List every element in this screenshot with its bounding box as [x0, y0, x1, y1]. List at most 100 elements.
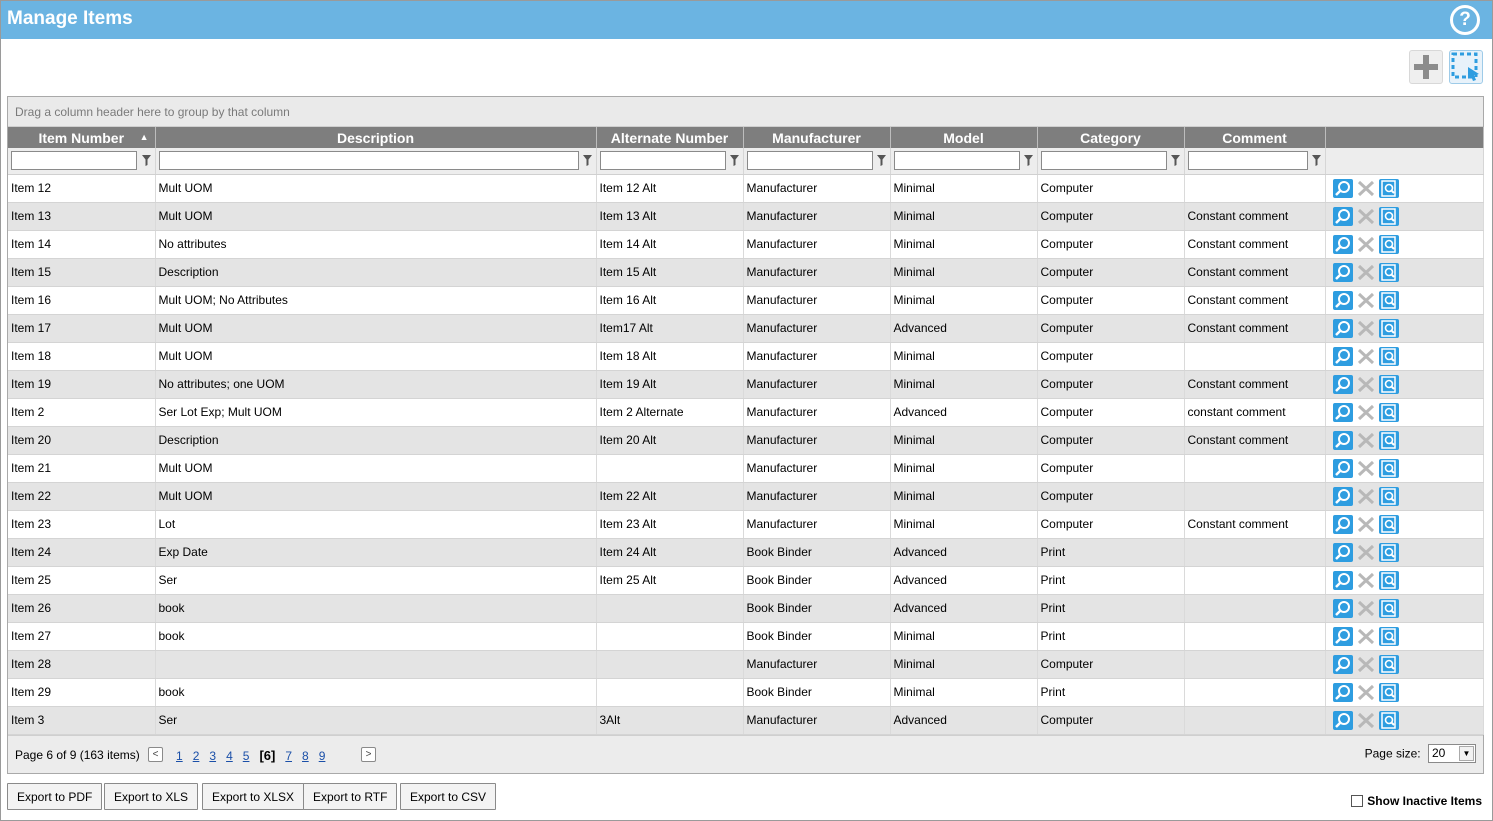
- delete-icon[interactable]: [1356, 347, 1376, 366]
- table-row[interactable]: Item 12 Mult UOM Item 12 Alt Manufacturer Mi…: [8, 174, 1484, 203]
- column-header-alternate-number[interactable]: Alternate Number: [596, 127, 744, 148]
- table-row[interactable]: Item 26 book Book Binder Advanced Print: [8, 594, 1484, 623]
- view-icon[interactable]: [1332, 178, 1353, 198]
- view-icon[interactable]: [1332, 318, 1353, 338]
- table-row[interactable]: Item 28 Manufacturer Minimal Computer: [8, 650, 1484, 679]
- delete-icon[interactable]: [1356, 543, 1376, 562]
- delete-icon[interactable]: [1356, 403, 1376, 422]
- view-icon[interactable]: [1332, 654, 1353, 674]
- details-icon[interactable]: [1378, 402, 1399, 422]
- details-icon[interactable]: [1378, 206, 1399, 226]
- details-icon[interactable]: [1378, 682, 1399, 702]
- filter-input-manufacturer[interactable]: [746, 151, 873, 171]
- view-icon[interactable]: [1332, 430, 1353, 450]
- view-icon[interactable]: [1332, 262, 1353, 282]
- table-row[interactable]: Item 17 Mult UOM Item17 Alt Manufacturer Adv…: [8, 314, 1484, 343]
- table-row[interactable]: Item 16 Mult UOM; No Attributes Item 16 Al…: [8, 286, 1484, 315]
- add-item-button[interactable]: [1409, 50, 1443, 84]
- delete-icon[interactable]: [1356, 263, 1376, 282]
- column-header-manufacturer[interactable]: Manufacturer: [743, 127, 891, 148]
- table-row[interactable]: Item 19 No attributes; one UOM Item 19 Alt…: [8, 370, 1484, 399]
- filter-input-item-number[interactable]: [11, 151, 137, 171]
- table-row[interactable]: Item 29 book Book Binder Minimal Print: [8, 678, 1484, 707]
- view-icon[interactable]: [1332, 290, 1353, 310]
- delete-icon[interactable]: [1356, 683, 1376, 702]
- filter-icon[interactable]: [141, 155, 151, 166]
- view-icon[interactable]: [1332, 514, 1353, 534]
- details-icon[interactable]: [1378, 626, 1399, 646]
- delete-icon[interactable]: [1356, 291, 1376, 310]
- view-icon[interactable]: [1332, 626, 1353, 646]
- delete-icon[interactable]: [1356, 375, 1376, 394]
- view-icon[interactable]: [1332, 402, 1353, 422]
- column-header-description[interactable]: Description: [155, 127, 597, 148]
- table-row[interactable]: Item 25 Ser Item 25 Alt Book Binder Advanced…: [8, 566, 1484, 595]
- delete-icon[interactable]: [1356, 515, 1376, 534]
- view-icon[interactable]: [1332, 598, 1353, 618]
- details-icon[interactable]: [1378, 710, 1399, 730]
- view-icon[interactable]: [1332, 682, 1353, 702]
- delete-icon[interactable]: [1356, 571, 1376, 590]
- filter-input-model[interactable]: [893, 151, 1020, 171]
- details-icon[interactable]: [1378, 234, 1399, 254]
- view-icon[interactable]: [1332, 542, 1353, 562]
- export-pdf-button[interactable]: Export to PDF: [7, 783, 103, 810]
- help-icon[interactable]: ?: [1450, 5, 1480, 35]
- view-icon[interactable]: [1332, 374, 1353, 394]
- pager-next-button[interactable]: >: [361, 747, 376, 762]
- filter-input-description[interactable]: [158, 151, 579, 171]
- show-inactive-checkbox[interactable]: [1351, 795, 1364, 807]
- table-row[interactable]: Item 3 Ser 3Alt Manufacturer Advanced Compute…: [8, 706, 1484, 735]
- column-header-comment[interactable]: Comment: [1184, 127, 1326, 148]
- view-icon[interactable]: [1332, 486, 1353, 506]
- pager-page-link[interactable]: 2: [193, 749, 200, 763]
- delete-icon[interactable]: [1356, 207, 1376, 226]
- view-icon[interactable]: [1332, 570, 1353, 590]
- view-icon[interactable]: [1332, 234, 1353, 254]
- pager-page-link[interactable]: 4: [226, 749, 233, 763]
- column-header-item-number[interactable]: Item Number ▲: [8, 127, 156, 148]
- details-icon[interactable]: [1378, 542, 1399, 562]
- page-size-select[interactable]: 20 ▼: [1428, 744, 1476, 763]
- view-icon[interactable]: [1332, 458, 1353, 478]
- pager-page-link[interactable]: 1: [176, 749, 183, 763]
- table-row[interactable]: Item 13 Mult UOM Item 13 Alt Manufacturer Mi…: [8, 202, 1484, 231]
- details-icon[interactable]: [1378, 486, 1399, 506]
- filter-icon[interactable]: [876, 155, 886, 166]
- delete-icon[interactable]: [1356, 179, 1376, 198]
- details-icon[interactable]: [1378, 290, 1399, 310]
- delete-icon[interactable]: [1356, 319, 1376, 338]
- column-header-category[interactable]: Category: [1037, 127, 1185, 148]
- details-icon[interactable]: [1378, 318, 1399, 338]
- filter-icon[interactable]: [1311, 155, 1321, 166]
- table-row[interactable]: Item 20 Description Item 20 Alt Manufacture…: [8, 426, 1484, 455]
- table-row[interactable]: Item 23 Lot Item 23 Alt Manufacturer Minimal…: [8, 510, 1484, 539]
- table-row[interactable]: Item 18 Mult UOM Item 18 Alt Manufacturer Mi…: [8, 342, 1484, 371]
- group-by-panel[interactable]: Drag a column header here to group by th…: [8, 97, 1483, 127]
- view-icon[interactable]: [1332, 710, 1353, 730]
- filter-input-comment[interactable]: [1187, 151, 1308, 171]
- view-icon[interactable]: [1332, 346, 1353, 366]
- details-icon[interactable]: [1378, 514, 1399, 534]
- details-icon[interactable]: [1378, 262, 1399, 282]
- show-inactive-toggle[interactable]: Show Inactive Items: [1351, 794, 1482, 808]
- filter-icon[interactable]: [582, 155, 592, 166]
- delete-icon[interactable]: [1356, 487, 1376, 506]
- details-icon[interactable]: [1378, 374, 1399, 394]
- table-row[interactable]: Item 21 Mult UOM Manufacturer Minimal Comput…: [8, 454, 1484, 483]
- export-csv-button[interactable]: Export to CSV: [400, 783, 497, 810]
- table-row[interactable]: Item 2 Ser Lot Exp; Mult UOM Item 2 Altern…: [8, 398, 1484, 427]
- delete-icon[interactable]: [1356, 711, 1376, 730]
- filter-input-category[interactable]: [1040, 151, 1167, 171]
- delete-icon[interactable]: [1356, 655, 1376, 674]
- pager-page-link[interactable]: 7: [285, 749, 292, 763]
- pager-page-link[interactable]: 3: [209, 749, 216, 763]
- table-row[interactable]: Item 27 book Book Binder Minimal Print: [8, 622, 1484, 651]
- details-icon[interactable]: [1378, 570, 1399, 590]
- filter-icon[interactable]: [1023, 155, 1033, 166]
- table-row[interactable]: Item 15 Description Item 15 Alt Manufacture…: [8, 258, 1484, 287]
- details-icon[interactable]: [1378, 178, 1399, 198]
- details-icon[interactable]: [1378, 654, 1399, 674]
- table-row[interactable]: Item 14 No attributes Item 14 Alt Manufactu…: [8, 230, 1484, 259]
- details-icon[interactable]: [1378, 598, 1399, 618]
